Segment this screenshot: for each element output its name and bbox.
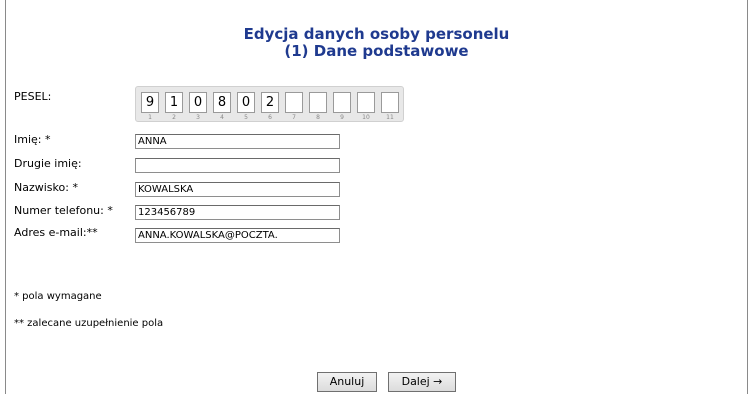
pesel-index: 9 (340, 114, 344, 121)
panel-right-border (747, 0, 748, 394)
pesel-label: PESEL: (14, 90, 52, 103)
page-subtitle: (1) Dane podstawowe (284, 42, 469, 60)
phone-input[interactable]: 123456789 (135, 205, 340, 220)
pesel-digit-9[interactable] (333, 92, 351, 113)
pesel-index: 10 (362, 114, 370, 121)
pesel-digit-3[interactable]: 0 (189, 92, 207, 113)
last-name-label: Nazwisko: * (14, 181, 78, 194)
pesel-index: 3 (196, 114, 200, 121)
pesel-digit-4[interactable]: 8 (213, 92, 231, 113)
phone-label: Numer telefonu: * (14, 204, 113, 217)
pesel-digit-10[interactable] (357, 92, 375, 113)
pesel-digit-1[interactable]: 9 (141, 92, 159, 113)
next-button[interactable]: Dalej → (388, 372, 456, 392)
pesel-index: 7 (292, 114, 296, 121)
cancel-button[interactable]: Anuluj (317, 372, 377, 392)
pesel-input-group: 9 1 0 8 0 2 1 2 3 4 5 6 7 8 9 10 11 (135, 86, 404, 122)
pesel-digit-7[interactable] (285, 92, 303, 113)
pesel-digit-5[interactable]: 0 (237, 92, 255, 113)
pesel-index: 11 (386, 114, 394, 121)
first-name-input[interactable]: ANNA (135, 134, 340, 149)
second-name-input[interactable] (135, 158, 340, 173)
pesel-index: 1 (148, 114, 152, 121)
email-input[interactable]: ANNA.KOWALSKA@POCZTA. (135, 228, 340, 243)
last-name-input[interactable]: KOWALSKA (135, 182, 340, 197)
pesel-digit-6[interactable]: 2 (261, 92, 279, 113)
pesel-digit-11[interactable] (381, 92, 399, 113)
second-name-label: Drugie imię: (14, 157, 82, 170)
recommended-fields-note: ** zalecane uzupełnienie pola (14, 318, 164, 329)
pesel-digit-2[interactable]: 1 (165, 92, 183, 113)
page-title: Edycja danych osoby personelu (243, 25, 510, 43)
first-name-label: Imię: * (14, 133, 51, 146)
pesel-index: 5 (244, 114, 248, 121)
email-label: Adres e-mail:** (14, 226, 98, 239)
pesel-index: 4 (220, 114, 224, 121)
pesel-index: 8 (316, 114, 320, 121)
required-fields-note: * pola wymagane (14, 291, 102, 302)
pesel-digit-8[interactable] (309, 92, 327, 113)
pesel-index: 6 (268, 114, 272, 121)
pesel-index: 2 (172, 114, 176, 121)
